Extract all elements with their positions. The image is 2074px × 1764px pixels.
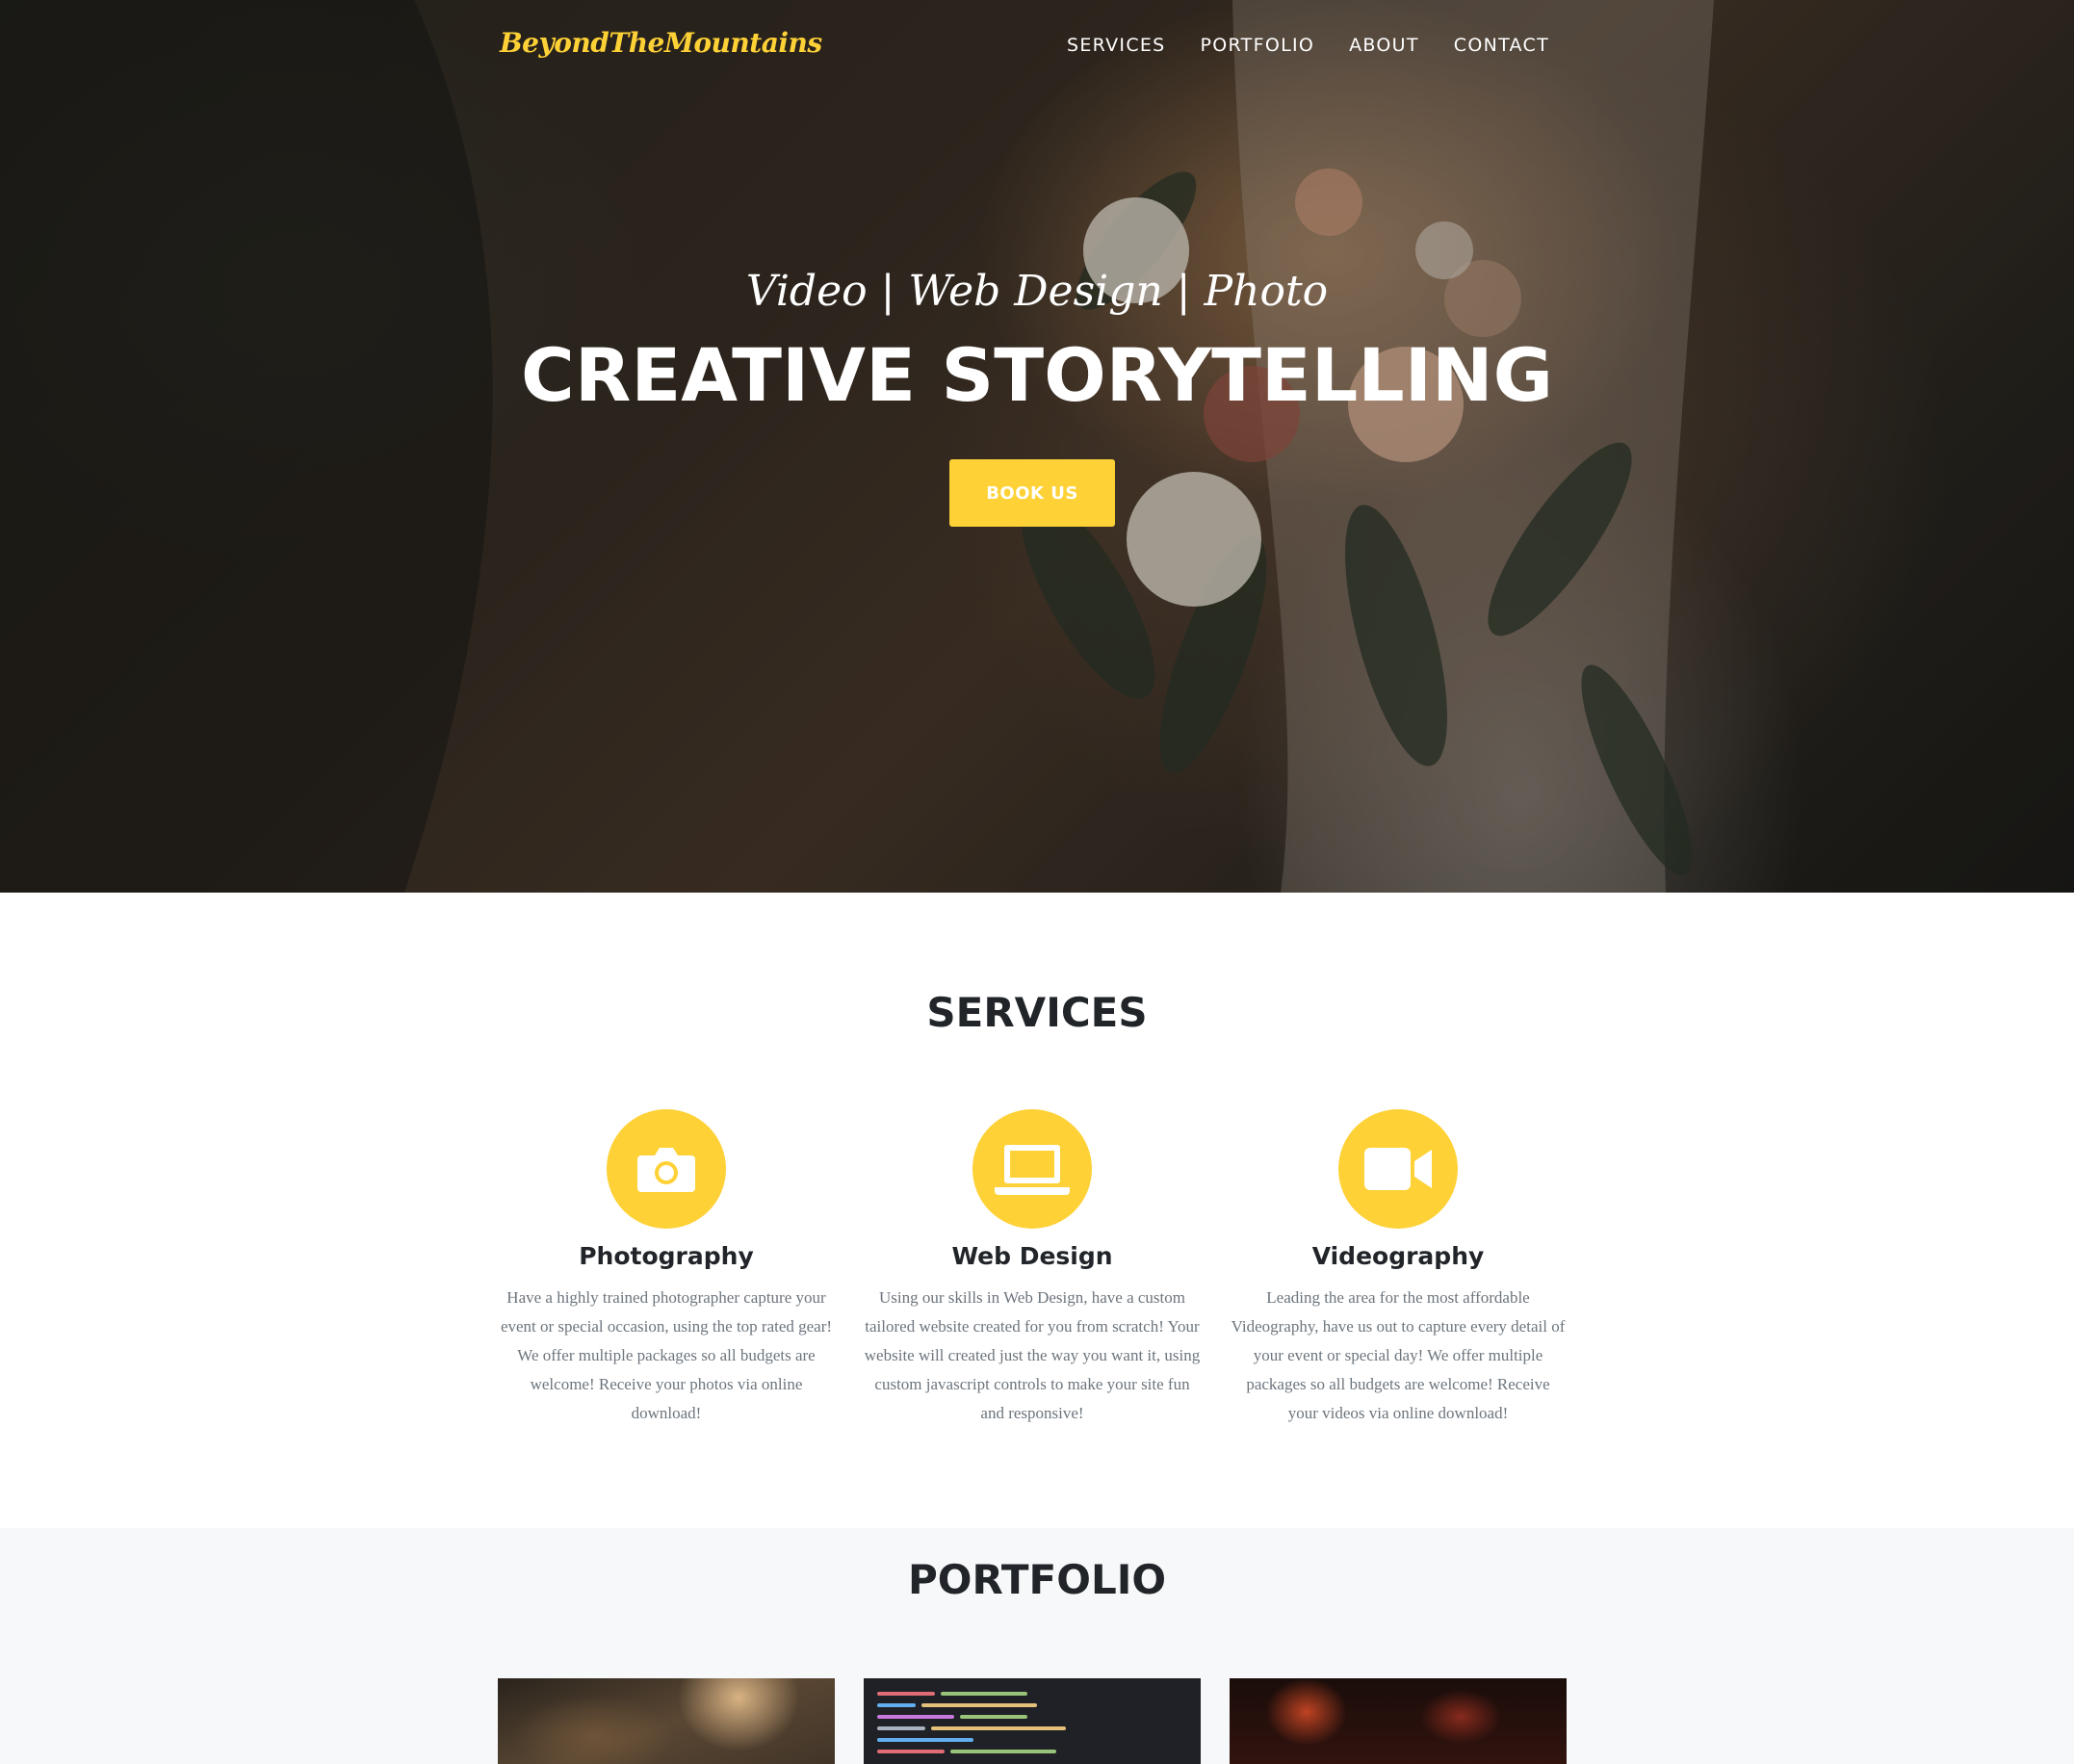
- brand-logo[interactable]: BeyondTheMountains: [500, 27, 822, 59]
- portfolio-item-code-editor[interactable]: [864, 1678, 1201, 1764]
- hero-overlay: [0, 0, 2074, 893]
- nav-item-portfolio[interactable]: PORTFOLIO: [1201, 35, 1315, 56]
- hero-section: BeyondTheMountains SERVICES PORTFOLIO AB…: [0, 0, 2074, 893]
- book-us-button[interactable]: BOOK US: [949, 459, 1115, 527]
- nav-item-about[interactable]: ABOUT: [1349, 35, 1419, 56]
- services-section: SERVICES Photography Have a highly train…: [0, 893, 2074, 1528]
- nav-item-contact[interactable]: CONTACT: [1454, 35, 1549, 56]
- service-videography: Videography Leading the area for the mos…: [1230, 1109, 1567, 1428]
- portfolio-section: PORTFOLIO: [0, 1528, 2074, 1764]
- service-title: Web Design: [951, 1242, 1113, 1270]
- service-photography: Photography Have a highly trained photog…: [498, 1109, 835, 1428]
- portfolio-item-concert-stage[interactable]: [1230, 1678, 1567, 1764]
- hero-title: CREATIVE STORYTELLING: [521, 332, 1553, 418]
- services-heading: SERVICES: [926, 989, 1148, 1036]
- service-title: Photography: [579, 1242, 754, 1270]
- nav-item-services[interactable]: SERVICES: [1067, 35, 1166, 56]
- service-title: Videography: [1311, 1242, 1485, 1270]
- service-web-design: Web Design Using our skills in Web Desig…: [864, 1109, 1201, 1428]
- service-description: Using our skills in Web Design, have a c…: [864, 1288, 1201, 1422]
- portfolio-heading: PORTFOLIO: [907, 1556, 1167, 1603]
- hero-subtitle: Video | Web Design | Photo: [745, 267, 1329, 316]
- service-description: Leading the area for the most affordable…: [1231, 1288, 1566, 1422]
- service-description: Have a highly trained photographer captu…: [500, 1288, 833, 1422]
- camera-icon: [607, 1109, 726, 1229]
- main-nav: SERVICES PORTFOLIO ABOUT CONTACT: [1067, 35, 1549, 56]
- portfolio-item-wedding-photo[interactable]: [498, 1678, 835, 1764]
- laptop-icon: [972, 1109, 1092, 1229]
- video-camera-icon: [1338, 1109, 1458, 1229]
